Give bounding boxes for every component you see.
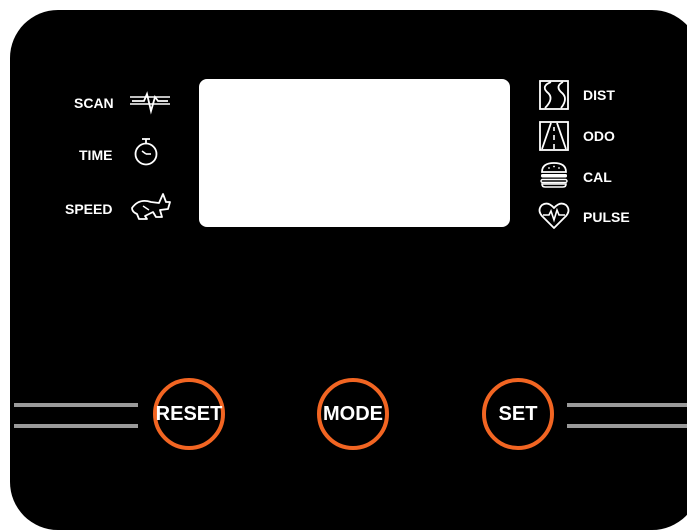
scan-label: SCAN — [74, 95, 114, 111]
left-rail-bottom — [14, 424, 138, 428]
road-perspective-icon — [539, 121, 569, 151]
reset-button[interactable]: RESET — [153, 378, 225, 450]
odo-label: ODO — [583, 128, 615, 144]
burger-icon — [539, 162, 569, 188]
time-label: TIME — [79, 147, 113, 163]
mode-button[interactable]: MODE — [317, 378, 389, 450]
speed-label: SPEED — [65, 201, 113, 217]
heart-pulse-icon — [538, 202, 570, 230]
dist-label: DIST — [583, 87, 615, 103]
left-rail-top — [14, 403, 138, 407]
right-rail-bottom — [567, 424, 687, 428]
stopwatch-icon — [133, 137, 159, 167]
scan-pulse-icon — [130, 91, 170, 115]
right-rail-top — [567, 403, 687, 407]
road-curve-icon — [539, 80, 569, 110]
rabbit-icon — [129, 190, 173, 222]
set-button[interactable]: SET — [482, 378, 554, 450]
pulse-label: PULSE — [583, 209, 630, 225]
lcd-display — [199, 79, 510, 227]
cal-label: CAL — [583, 169, 612, 185]
